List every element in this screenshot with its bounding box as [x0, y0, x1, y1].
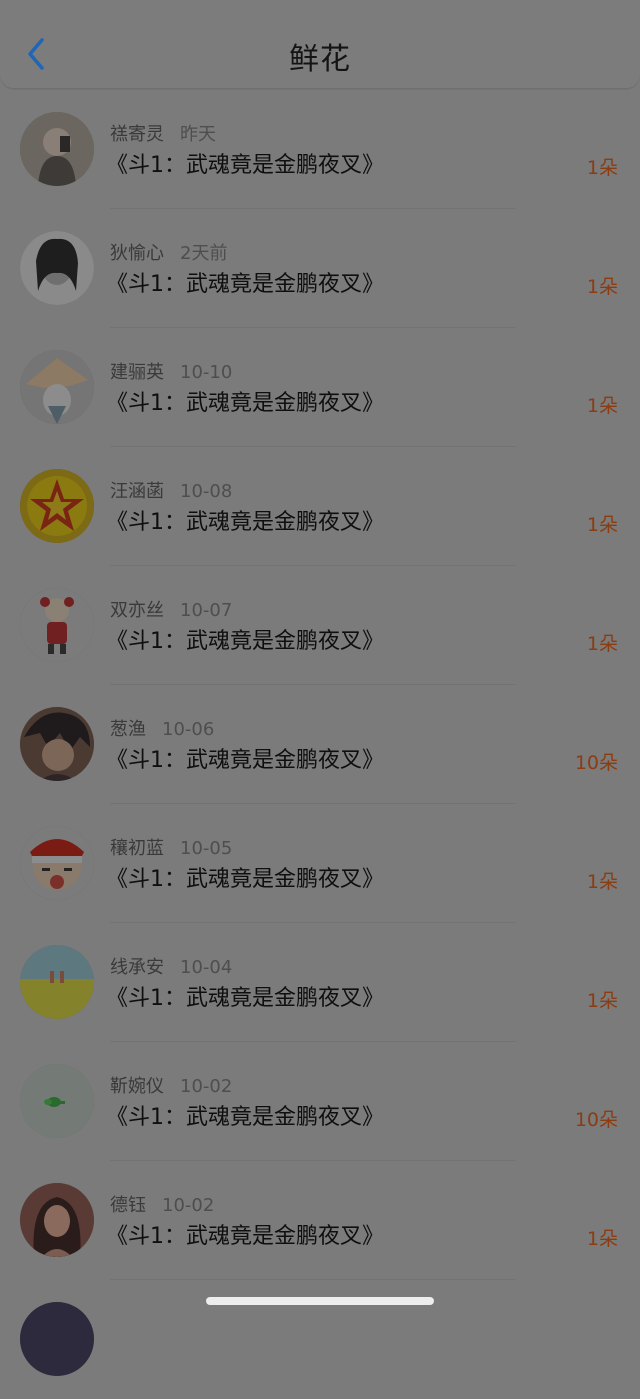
book-title: 《斗1：武魂竟是金鹏夜叉》	[106, 867, 384, 892]
time-label: 10-10	[180, 362, 233, 383]
avatar	[20, 826, 94, 900]
time-label: 昨天	[180, 124, 216, 145]
time-label: 10-07	[180, 600, 233, 621]
book-title: 《斗1：武魂竟是金鹏夜叉》	[106, 272, 384, 297]
user-name: 双亦丝 10-07	[110, 600, 233, 621]
avatar	[20, 231, 94, 305]
avatar	[20, 469, 94, 543]
user-name: 穰初蓝 10-05	[110, 838, 233, 859]
list-item[interactable]: 德钰 10-02 《斗1：武魂竟是金鹏夜叉》 1朵	[0, 1161, 640, 1280]
flower-count: 10朵	[574, 1109, 618, 1131]
user-name: 建骊英 10-10	[110, 362, 233, 383]
user-name: 葱渔 10-06	[110, 719, 215, 740]
flower-count: 1朵	[586, 395, 618, 417]
book-title: 《斗1：武魂竟是金鹏夜叉》	[106, 391, 384, 416]
flower-count: 1朵	[586, 157, 618, 179]
time-label: 2天前	[180, 243, 228, 264]
flower-count: 1朵	[586, 1228, 618, 1250]
avatar	[20, 945, 94, 1019]
book-title: 《斗1：武魂竟是金鹏夜叉》	[106, 748, 384, 773]
list-item[interactable]: 建骊英 10-10 《斗1：武魂竟是金鹏夜叉》 1朵	[0, 328, 640, 447]
book-title: 《斗1：武魂竟是金鹏夜叉》	[106, 1224, 384, 1249]
flower-count: 1朵	[586, 871, 618, 893]
avatar	[20, 350, 94, 424]
flower-count: 10朵	[574, 752, 618, 774]
flower-count: 1朵	[586, 990, 618, 1012]
user-name: 线承安 10-04	[110, 957, 233, 978]
flower-count: 1朵	[586, 633, 618, 655]
book-title: 《斗1：武魂竟是金鹏夜叉》	[106, 510, 384, 535]
user-name: 汪涵菡 10-08	[110, 481, 233, 502]
list-item[interactable]: 汪涵菡 10-08 《斗1：武魂竟是金鹏夜叉》 1朵	[0, 447, 640, 566]
list-item[interactable]: 靳婉仪 10-02 《斗1：武魂竟是金鹏夜叉》 10朵	[0, 1042, 640, 1161]
flower-count: 1朵	[586, 514, 618, 536]
nav-bar: 鲜花	[0, 0, 640, 89]
user-name: 靳婉仪 10-02	[110, 1076, 233, 1097]
page-title: 鲜花	[289, 42, 351, 77]
list-item[interactable]: 线承安 10-04 《斗1：武魂竟是金鹏夜叉》 1朵	[0, 923, 640, 1042]
flower-count: 1朵	[586, 276, 618, 298]
book-title: 《斗1：武魂竟是金鹏夜叉》	[106, 629, 384, 654]
list-item[interactable]: 葱渔 10-06 《斗1：武魂竟是金鹏夜叉》 10朵	[0, 685, 640, 804]
user-name: 狄愉心 2天前	[110, 243, 228, 264]
avatar	[20, 588, 94, 662]
book-title: 《斗1：武魂竟是金鹏夜叉》	[106, 153, 384, 178]
home-indicator	[206, 1297, 434, 1305]
time-label: 10-04	[180, 957, 233, 978]
avatar	[20, 707, 94, 781]
time-label: 10-02	[180, 1076, 233, 1097]
avatar	[20, 1302, 94, 1376]
time-label: 10-08	[180, 481, 233, 502]
user-name: 禚寄灵 昨天	[110, 124, 216, 145]
time-label: 10-06	[162, 719, 215, 740]
avatar	[20, 1183, 94, 1257]
list-item[interactable]: 禚寄灵 昨天 《斗1：武魂竟是金鹏夜叉》 1朵	[0, 90, 640, 209]
list-item[interactable]: 双亦丝 10-07 《斗1：武魂竟是金鹏夜叉》 1朵	[0, 566, 640, 685]
avatar	[20, 1064, 94, 1138]
user-name: 德钰 10-02	[110, 1195, 215, 1216]
time-label: 10-05	[180, 838, 233, 859]
avatar	[20, 112, 94, 186]
time-label: 10-02	[162, 1195, 215, 1216]
flower-list: 禚寄灵 昨天 《斗1：武魂竟是金鹏夜叉》 1朵 狄愉心 2天前 《斗1：武魂竟是金鹏…	[0, 90, 640, 1399]
list-item[interactable]: 穰初蓝 10-05 《斗1：武魂竟是金鹏夜叉》 1朵	[0, 804, 640, 923]
list-item[interactable]: 狄愉心 2天前 《斗1：武魂竟是金鹏夜叉》 1朵	[0, 209, 640, 328]
book-title: 《斗1：武魂竟是金鹏夜叉》	[106, 986, 384, 1011]
book-title: 《斗1：武魂竟是金鹏夜叉》	[106, 1105, 384, 1130]
